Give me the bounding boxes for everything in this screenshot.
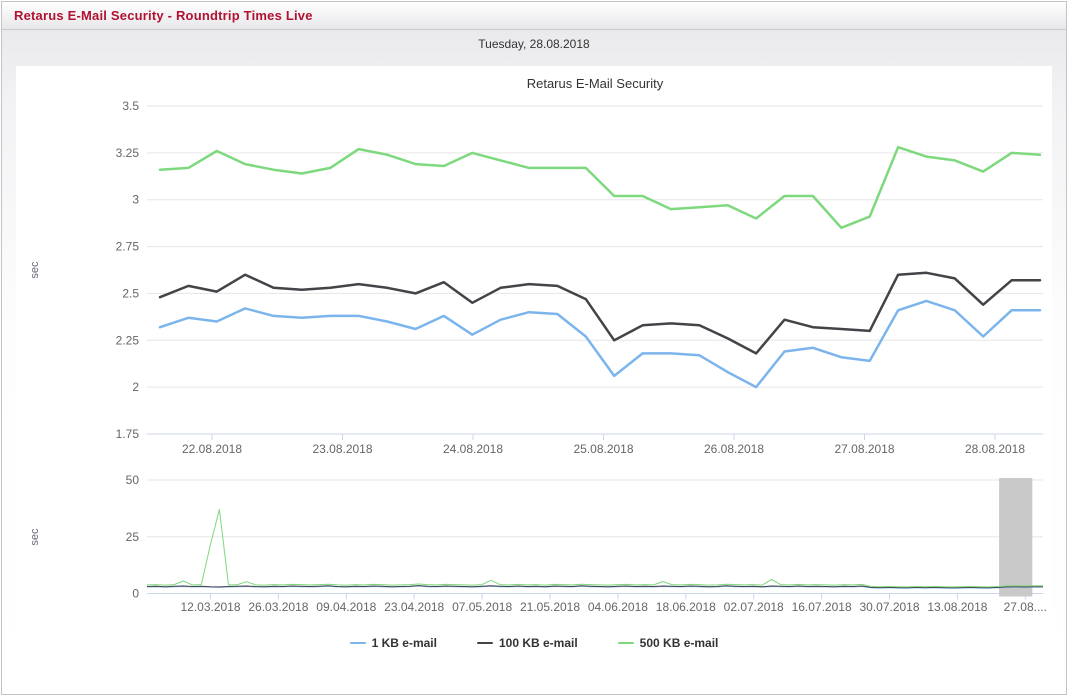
legend-label-1kb: 1 KB e-mail (372, 636, 437, 650)
nav-series-line-2[interactable] (147, 510, 1043, 587)
nav-x-tick-label: 13.08.2018 (927, 600, 987, 614)
legend-label-100kb: 100 KB e-mail (499, 636, 578, 650)
legend-item-100kb-email[interactable]: 100 KB e-mail (477, 636, 578, 650)
main-x-tick-label: 24.08.2018 (443, 442, 503, 456)
main-x-tick-label: 28.08.2018 (965, 442, 1025, 456)
legend-swatch-100kb-icon (477, 642, 493, 644)
nav-x-tick-label: 04.06.2018 (588, 600, 648, 614)
nav-x-tick-label: 27.08.... (1004, 600, 1047, 614)
navigator-selection-handle[interactable] (999, 478, 1032, 597)
main-series-line-0[interactable] (160, 301, 1040, 387)
legend-label-500kb: 500 KB e-mail (640, 636, 719, 650)
legend-item-1kb-email[interactable]: 1 KB e-mail (350, 636, 437, 650)
chart-panel: Retarus E-Mail Security 3.5 3.25 3 2.75 2.5 2.… (16, 66, 1052, 687)
main-y-tick-label: 3.5 (122, 99, 139, 113)
nav-x-tick-label: 18.06.2018 (656, 600, 716, 614)
nav-x-tick-label: 21.05.2018 (520, 600, 580, 614)
main-x-tick-label: 25.08.2018 (573, 442, 633, 456)
main-x-tick-label: 23.08.2018 (312, 442, 372, 456)
nav-y-tick-label: 50 (126, 473, 140, 487)
roundtrip-times-chart[interactable]: Retarus E-Mail Security 3.5 3.25 3 2.75 2.5 2.… (16, 66, 1052, 686)
main-x-tick-label: 22.08.2018 (182, 442, 242, 456)
chart-title: Retarus E-Mail Security (527, 76, 664, 91)
main-y-tick-label: 1.75 (116, 427, 140, 441)
main-y-tick-label: 2.5 (122, 286, 139, 300)
legend-item-500kb-email[interactable]: 500 KB e-mail (618, 636, 719, 650)
main-x-tick-label: 26.08.2018 (704, 442, 764, 456)
nav-x-tick-label: 26.03.2018 (248, 600, 308, 614)
nav-y-tick-label: 0 (132, 587, 139, 601)
nav-y-axis-title: sec (29, 528, 41, 546)
main-y-tick-label: 3.25 (116, 146, 140, 160)
main-y-tick-label: 2.75 (116, 240, 140, 254)
main-y-tick-label: 2 (132, 380, 139, 394)
nav-y-tick-label: 25 (126, 530, 140, 544)
content-area: Tuesday, 28.08.2018 Retarus E-Mail Secur… (2, 30, 1066, 694)
nav-x-tick-label: 07.05.2018 (452, 600, 512, 614)
nav-x-tick-label: 30.07.2018 (859, 600, 919, 614)
main-series-line-2[interactable] (160, 147, 1040, 228)
nav-x-tick-label: 12.03.2018 (180, 600, 240, 614)
main-y-tick-label: 3 (132, 193, 139, 207)
legend-swatch-500kb-icon (618, 642, 634, 644)
legend-swatch-1kb-icon (350, 642, 366, 644)
main-y-tick-label: 2.25 (116, 333, 140, 347)
nav-x-tick-label: 02.07.2018 (724, 600, 784, 614)
main-series-line-1[interactable] (160, 273, 1040, 354)
main-x-tick-label: 27.08.2018 (834, 442, 894, 456)
page-title: Retarus E-Mail Security - Roundtrip Time… (14, 8, 313, 23)
window-titlebar: Retarus E-Mail Security - Roundtrip Time… (2, 2, 1066, 30)
app-window: Retarus E-Mail Security - Roundtrip Time… (1, 1, 1067, 695)
nav-x-tick-label: 16.07.2018 (792, 600, 852, 614)
nav-x-tick-label: 23.04.2018 (384, 600, 444, 614)
main-y-axis-title: sec (29, 261, 41, 279)
current-date-label: Tuesday, 28.08.2018 (2, 30, 1066, 58)
nav-x-tick-label: 09.04.2018 (316, 600, 376, 614)
chart-legend: 1 KB e-mail 100 KB e-mail 500 KB e-mail (16, 636, 1052, 650)
